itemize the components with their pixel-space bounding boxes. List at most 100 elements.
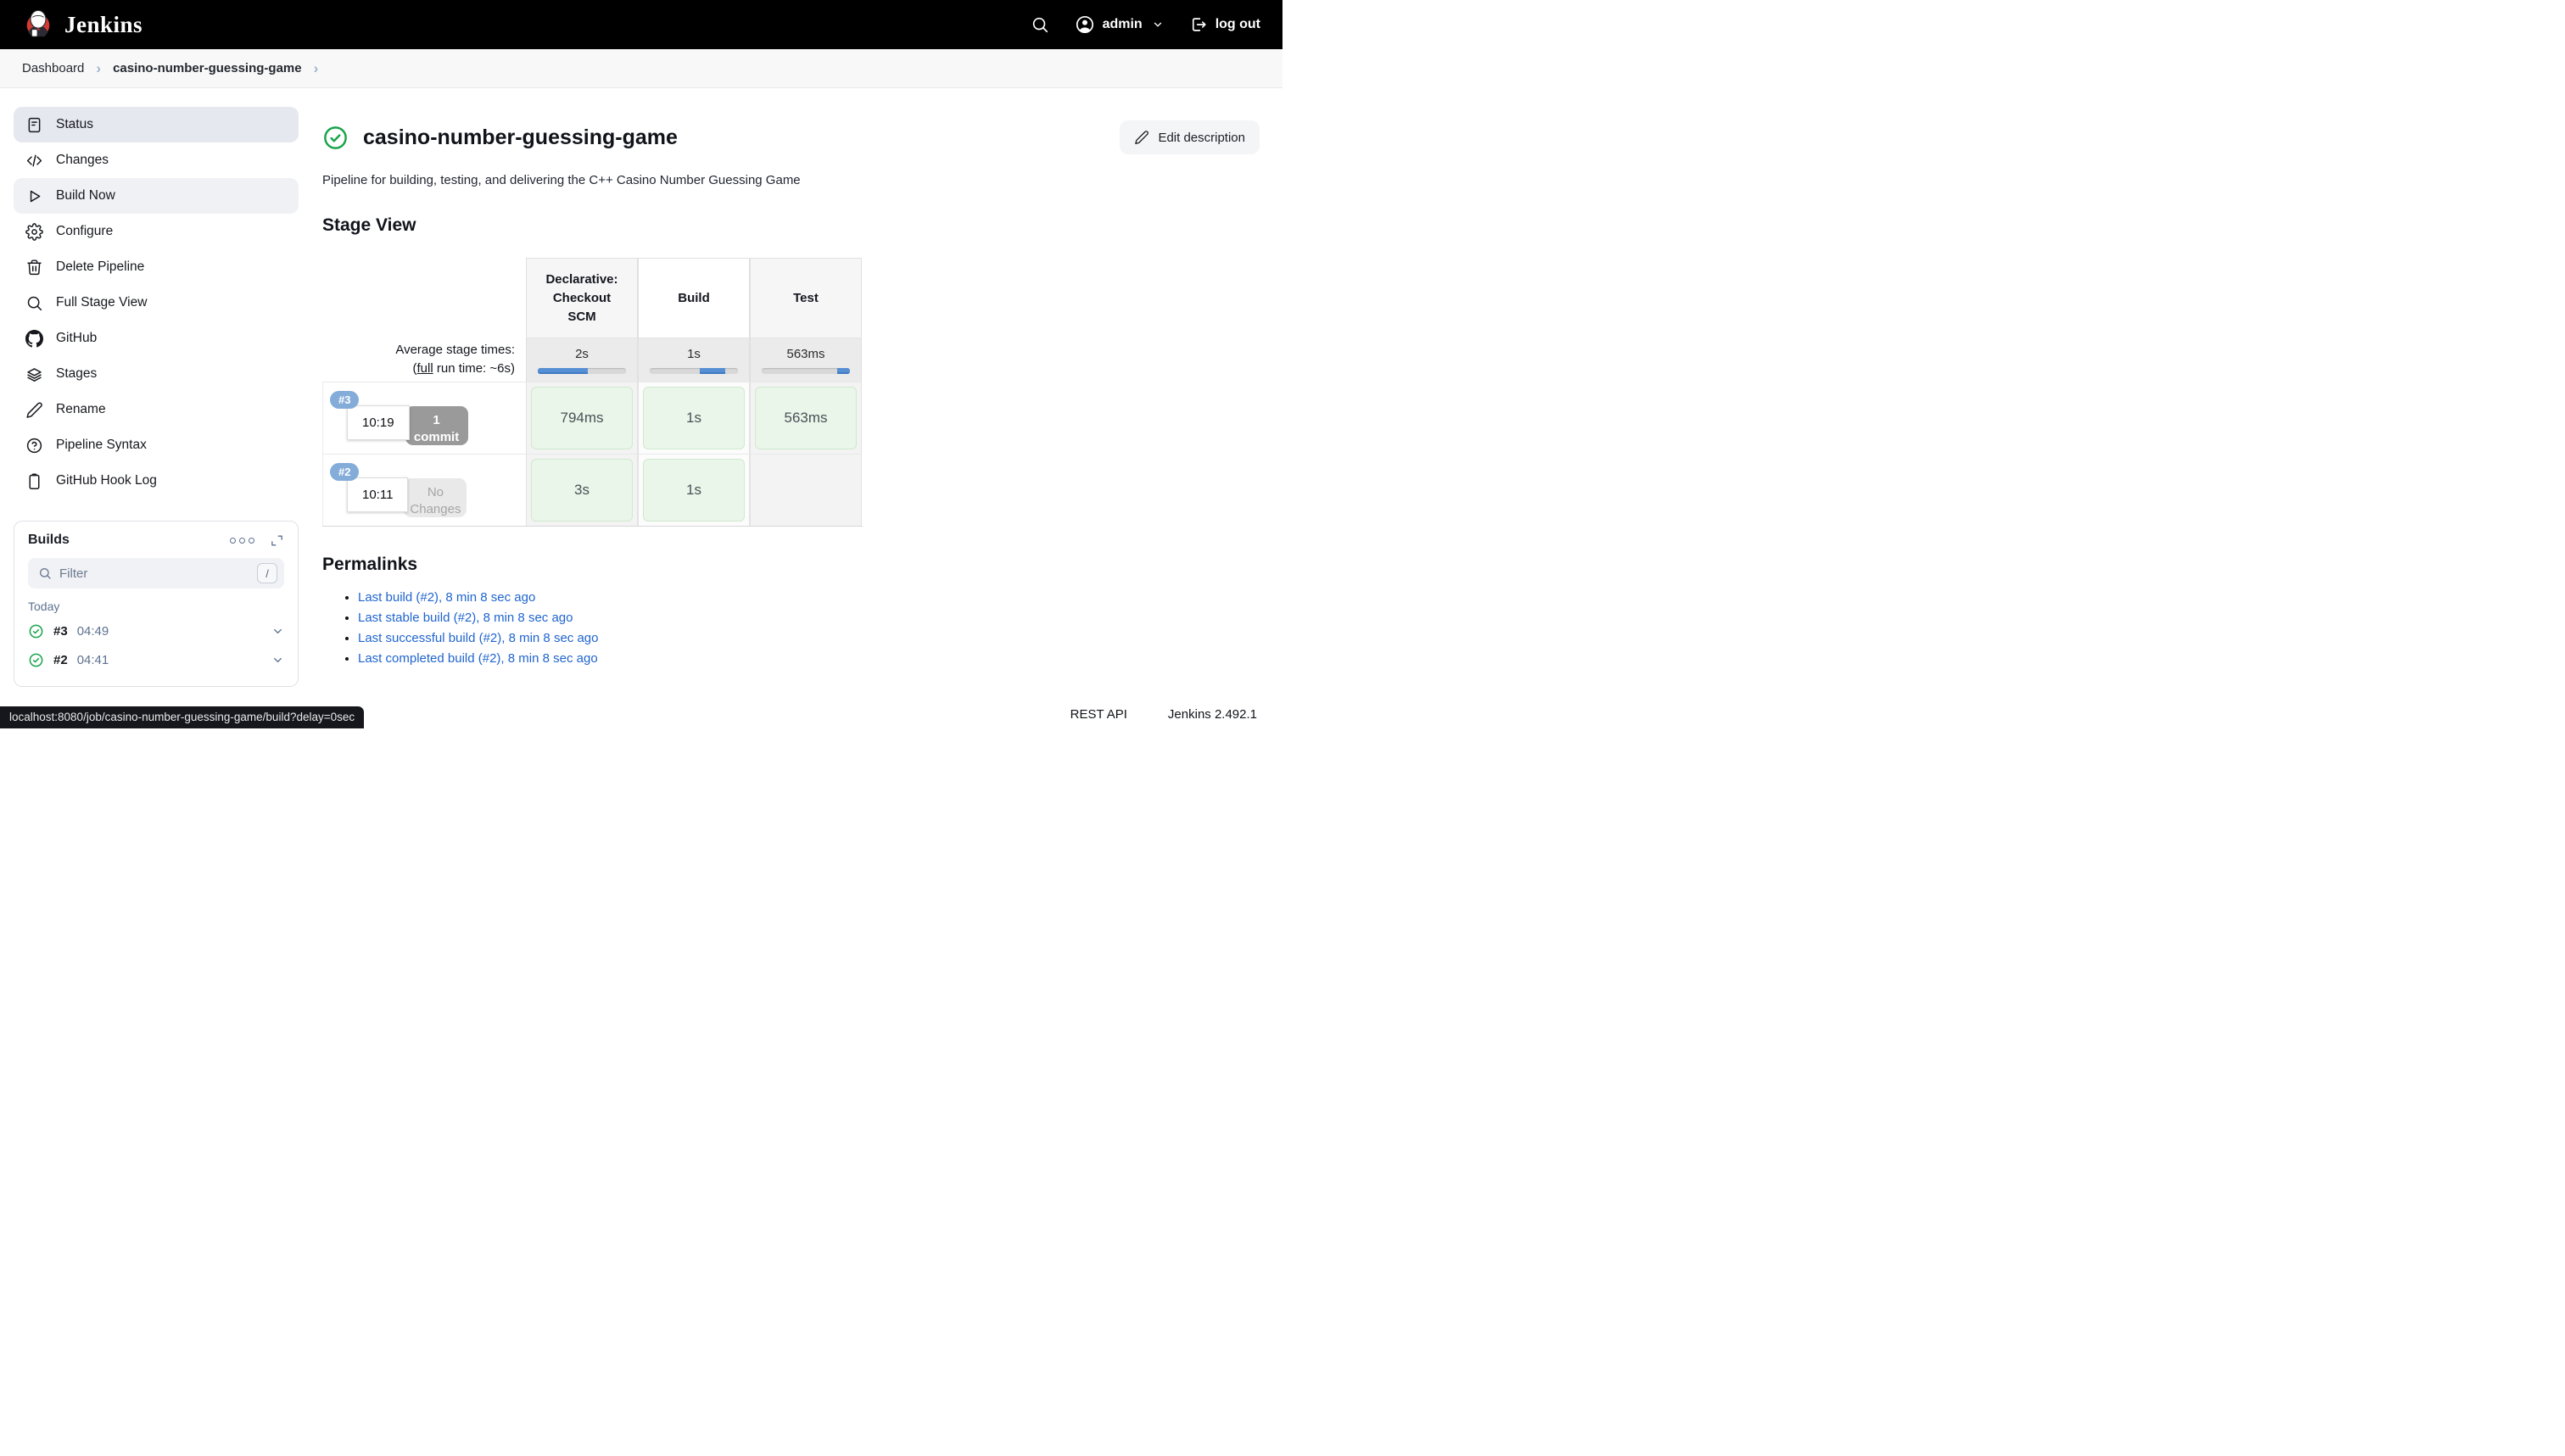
trash-icon <box>25 258 43 276</box>
build-number[interactable]: #2 <box>53 653 68 667</box>
clipboard-icon <box>25 471 43 490</box>
edit-description-button[interactable]: Edit description <box>1120 120 1260 154</box>
expand-icon[interactable] <box>270 533 284 548</box>
build-row-label: #3 10:19 1commit <box>322 382 526 454</box>
user-name: admin <box>1103 17 1143 32</box>
stage-time-bar <box>538 368 626 374</box>
sidebar-item-changes[interactable]: Changes <box>14 142 299 178</box>
sidebar-item-delete-pipeline[interactable]: Delete Pipeline <box>14 249 299 285</box>
breadcrumb-job[interactable]: casino-number-guessing-game <box>113 61 302 75</box>
sidebar-item-label: Rename <box>56 402 106 417</box>
stage-duration-cell[interactable]: 1s <box>643 387 745 449</box>
permalinks-heading: Permalinks <box>322 555 1260 575</box>
jenkins-version[interactable]: Jenkins 2.492.1 <box>1168 707 1257 722</box>
search-icon <box>25 293 43 312</box>
job-description: Pipeline for building, testing, and deli… <box>322 173 1260 187</box>
build-list-item-2[interactable]: #2 04:41 <box>28 645 284 674</box>
permalink-last-build[interactable]: Last build (#2), 8 min 8 sec ago <box>358 590 535 605</box>
builds-filter: / <box>28 558 284 589</box>
sidebar-item-pipeline-syntax[interactable]: Pipeline Syntax <box>14 427 299 463</box>
top-bar: Jenkins admin <box>0 0 1282 49</box>
rest-api-link[interactable]: REST API <box>1070 707 1127 722</box>
job-success-check-icon <box>322 125 349 151</box>
stage-duration-cell[interactable]: 1s <box>643 459 745 522</box>
stage-duration-cell[interactable]: 794ms <box>531 387 633 449</box>
breadcrumb-dashboard[interactable]: Dashboard <box>22 61 84 75</box>
pencil-icon <box>1134 130 1149 145</box>
sidebar-item-label: Stages <box>56 366 97 382</box>
builds-group-label: Today <box>28 600 284 613</box>
gear-icon <box>25 222 43 241</box>
edit-description-label: Edit description <box>1158 131 1245 145</box>
stage-column-header: Test <box>750 258 862 338</box>
builds-filter-input[interactable] <box>59 566 249 581</box>
build-list-item-3[interactable]: #3 04:49 <box>28 616 284 645</box>
help-icon <box>25 436 43 455</box>
search-icon <box>38 566 52 580</box>
build-start-time[interactable]: 10:11 <box>347 477 408 512</box>
document-icon <box>25 115 43 134</box>
pencil-icon <box>25 400 43 419</box>
sidebar-item-label: Delete Pipeline <box>56 259 144 275</box>
permalink-item: Last stable build (#2), 8 min 8 sec ago <box>358 611 1260 625</box>
sidebar-item-label: Status <box>56 117 93 132</box>
stage-duration-cell[interactable]: 3s <box>531 459 633 522</box>
page-footer: REST API Jenkins 2.492.1 <box>1070 707 1257 722</box>
jenkins-home-link[interactable]: Jenkins <box>22 7 142 43</box>
build-time-link[interactable]: 04:41 <box>77 653 109 667</box>
play-icon <box>25 187 43 205</box>
build-number-badge[interactable]: #3 <box>330 391 359 409</box>
sidebar-item-label: GitHub Hook Log <box>56 473 157 488</box>
chevron-down-icon[interactable] <box>271 625 284 638</box>
github-icon <box>25 329 43 348</box>
changes-badge[interactable]: 1commit <box>405 406 468 445</box>
build-number-badge[interactable]: #2 <box>330 463 359 481</box>
average-stage-times-label: Average stage times: (full run time: ~6s… <box>322 338 526 382</box>
stage-empty-cell <box>750 454 862 526</box>
user-menu[interactable]: admin <box>1075 14 1164 35</box>
permalink-last-successful-build[interactable]: Last successful build (#2), 8 min 8 sec … <box>358 631 598 645</box>
sidebar-item-status[interactable]: Status <box>14 107 299 142</box>
stage-view-table: Declarative: Checkout SCM Build Test Ave… <box>322 258 863 527</box>
changes-badge: NoChanges <box>404 478 467 517</box>
sidebar-item-build-now[interactable]: Build Now <box>14 178 299 214</box>
build-time-link[interactable]: 04:49 <box>77 624 109 639</box>
build-number[interactable]: #3 <box>53 624 68 639</box>
sidebar-item-label: GitHub <box>56 331 97 346</box>
stage-column-header: Build <box>638 258 750 338</box>
chevron-down-icon <box>1152 19 1164 31</box>
sidebar-item-stages[interactable]: Stages <box>14 356 299 392</box>
permalink-last-stable-build[interactable]: Last stable build (#2), 8 min 8 sec ago <box>358 611 573 625</box>
sidebar-item-label: Build Now <box>56 188 115 204</box>
full-run-time-link[interactable]: full <box>417 361 433 376</box>
sidebar-item-github[interactable]: GitHub <box>14 321 299 356</box>
chevron-right-icon: › <box>96 60 101 77</box>
breadcrumb: Dashboard › casino-number-guessing-game … <box>0 49 1282 88</box>
layers-icon <box>25 365 43 383</box>
build-row-label: #2 10:11 NoChanges <box>322 454 526 526</box>
stage-duration-cell[interactable]: 563ms <box>755 387 857 449</box>
page-title: casino-number-guessing-game <box>363 126 678 150</box>
sidebar-item-configure[interactable]: Configure <box>14 214 299 249</box>
chevron-right-icon[interactable]: › <box>314 60 319 77</box>
stage-time-bar <box>762 368 850 374</box>
shortcut-key-badge: / <box>257 563 277 583</box>
chevron-down-icon[interactable] <box>271 654 284 667</box>
link-preview-status-bar: localhost:8080/job/casino-number-guessin… <box>0 706 364 728</box>
average-time-cell: 1s <box>638 338 750 382</box>
builds-options-button[interactable] <box>230 538 254 544</box>
sidebar-item-full-stage-view[interactable]: Full Stage View <box>14 285 299 321</box>
search-icon[interactable] <box>1031 15 1049 34</box>
builds-panel: Builds / Today <box>14 521 299 687</box>
permalink-last-completed-build[interactable]: Last completed build (#2), 8 min 8 sec a… <box>358 651 598 666</box>
average-time-cell: 2s <box>526 338 638 382</box>
sidebar-item-rename[interactable]: Rename <box>14 392 299 427</box>
logout-button[interactable]: log out <box>1189 15 1260 34</box>
sidebar-item-github-hook-log[interactable]: GitHub Hook Log <box>14 463 299 499</box>
permalinks-section: Permalinks Last build (#2), 8 min 8 sec … <box>322 555 1260 666</box>
permalink-item: Last completed build (#2), 8 min 8 sec a… <box>358 651 1260 666</box>
logout-label: log out <box>1215 17 1260 32</box>
sidebar-item-label: Configure <box>56 224 113 239</box>
build-start-time[interactable]: 10:19 <box>347 405 410 440</box>
stage-column-header: Declarative: Checkout SCM <box>526 258 638 338</box>
